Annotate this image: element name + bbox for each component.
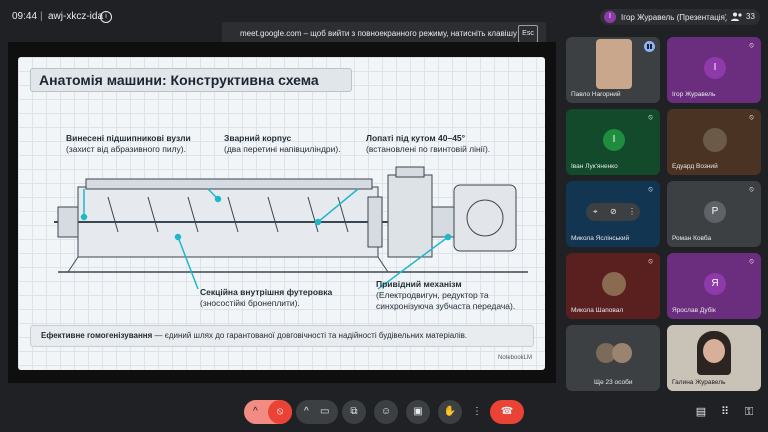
participant-tile[interactable]: ⦸ Микола Шаповал (566, 253, 660, 319)
participant-name: Роман Ковба (672, 235, 712, 242)
participant-photo (703, 128, 727, 152)
mic-off-icon: ⦸ (749, 114, 754, 121)
participant-face (703, 339, 725, 363)
presentation-area: Анатомія машини: Конструктивна схема Вин… (8, 42, 556, 383)
participant-name: Микола Яслінський (571, 235, 630, 242)
camera-icon: ▭ (320, 406, 330, 417)
separator: | (40, 11, 43, 22)
leave-call-button[interactable]: ☎ (490, 400, 524, 424)
meeting-code: awj-xkcz-ida (48, 11, 104, 22)
emoji-icon: ☺ (380, 406, 392, 417)
label-bearings-title: Винесені підшипникові вузли (66, 133, 191, 143)
participant-tile[interactable]: ⦸ ⌖ ⊘ ⋮ Микола Яслінський (566, 181, 660, 247)
present-screen-icon: ⧉ (350, 406, 358, 417)
more-participants-label: Ще 23 особи (594, 379, 633, 386)
presenter-avatar: І (604, 11, 616, 23)
participant-video (596, 39, 632, 89)
participant-name: Павло Нагорний (571, 91, 621, 98)
hand-icon: ✋ (443, 406, 457, 417)
mic-off-icon: ⦸ (648, 258, 653, 265)
participant-photo (602, 272, 626, 296)
camera-button[interactable]: ^ ▭ (296, 400, 338, 424)
people-icon (731, 12, 743, 23)
call-controls: ^ ⦸ ^ ▭ ⧉ ☺ ▣ ✋ ⋮ ☎ ▤ ⠿ ⚿ (0, 398, 768, 428)
participant-tile[interactable]: Галина Журавель (667, 325, 761, 391)
mic-off-icon: ⦸ (749, 258, 754, 265)
present-button[interactable]: ⧉ (342, 400, 366, 424)
participant-tile[interactable]: Павло Нагорний (566, 37, 660, 103)
pin-icon[interactable]: ⌖ (593, 203, 598, 221)
participant-avatar: І (704, 57, 726, 79)
mic-off-icon: ⦸ (749, 42, 754, 49)
emoji-button[interactable]: ☺ (374, 400, 398, 424)
slide: Анатомія машини: Конструктивна схема Вин… (18, 57, 545, 370)
label-blades-sub: (встановлені по гвинтовій лінії). (366, 144, 491, 154)
more-vert-icon: ⋮ (472, 406, 482, 417)
label-blades-title: Лопаті під кутом 40–45° (366, 133, 466, 143)
footer-rest: — єдиний шлях до гарантованої довговічно… (152, 331, 468, 340)
label-lining-title: Секційна внутрішня футеровка (200, 287, 333, 297)
participant-tile[interactable]: ⦸ Я Ярослав Дубік (667, 253, 761, 319)
chat-icon[interactable]: ▤ (694, 405, 708, 419)
label-bearings: Винесені підшипникові вузли (захист від … (66, 133, 191, 155)
slide-footer: Ефективне гомогенізування — єдиний шлях … (41, 331, 467, 340)
chevron-up-icon[interactable]: ^ (304, 400, 309, 424)
more-options-button[interactable]: ⋮ (470, 400, 484, 424)
label-housing-sub: (два перетині напівциліндри). (224, 144, 341, 154)
label-housing-title: Зварний корпус (224, 133, 292, 143)
info-icon[interactable]: i (100, 11, 112, 23)
label-drive-sub: (Електродвигун, редуктор та (376, 290, 489, 300)
presenter-label: Ігор Журавель (Презентація) (621, 12, 728, 22)
captions-icon: ▣ (413, 406, 423, 417)
tile-hover-controls[interactable]: ⌖ ⊘ ⋮ (586, 203, 640, 221)
host-controls-icon[interactable]: ⚿ (742, 405, 756, 419)
participant-tile[interactable]: ⦸ Едуард Возний (667, 109, 761, 175)
mic-off-icon: ⦸ (749, 186, 754, 193)
participant-tile[interactable]: ⦸ І Ігор Журавель (667, 37, 761, 103)
toast-text: meet.google.com – щоб вийти з повноекран… (240, 29, 517, 38)
participant-avatar: І (603, 129, 625, 151)
presenter-chip[interactable]: І Ігор Журавель (Презентація) (600, 9, 736, 25)
mic-off-icon[interactable]: ⦸ (268, 400, 292, 424)
mic-off-icon: ⦸ (648, 186, 653, 193)
label-bearings-sub: (захист від абразивного пилу). (66, 144, 186, 154)
label-drive-title: Привідний механізм (376, 279, 462, 289)
participants-button[interactable]: 33 (726, 9, 760, 25)
participant-photo (612, 343, 632, 363)
participant-avatar: Р (704, 201, 726, 223)
participant-tile[interactable]: ⦸ Р Роман Ковба (667, 181, 761, 247)
captions-button[interactable]: ▣ (406, 400, 430, 424)
mute-user-icon[interactable]: ⊘ (610, 203, 617, 221)
participant-tile[interactable]: ⦸ І Іван Лук'яненко (566, 109, 660, 175)
chevron-up-icon[interactable]: ^ (253, 400, 258, 424)
hang-up-icon: ☎ (500, 406, 514, 417)
participants-count: 33 (746, 12, 755, 21)
more-participants-tile[interactable]: Ще 23 особи (566, 325, 660, 391)
mic-button[interactable]: ^ ⦸ (244, 400, 292, 424)
participant-avatar: Я (704, 273, 726, 295)
clock: 09:44 (12, 11, 38, 22)
participant-name: Ігор Журавель (672, 91, 716, 98)
esc-key: Esc (518, 25, 538, 43)
more-options-icon[interactable]: ⋮ (628, 203, 636, 221)
notebooklm-watermark: NotebookLM (498, 355, 533, 361)
label-lining: Секційна внутрішня футеровка (зносостійк… (200, 287, 332, 309)
label-lining-sub: (зносостійкі бронеплити). (200, 298, 300, 308)
mic-off-icon: ⦸ (648, 114, 653, 121)
participant-name: Ярослав Дубік (672, 307, 716, 314)
footer-bold: Ефективне гомогенізування (41, 331, 153, 340)
label-blades: Лопаті під кутом 40–45° (встановлені по … (366, 133, 490, 155)
raise-hand-button[interactable]: ✋ (438, 400, 462, 424)
speaking-indicator-icon (644, 41, 655, 52)
participant-name: Іван Лук'яненко (571, 163, 618, 170)
label-drive-sub2: синхронізуюча зубчаста передача). (376, 301, 516, 311)
machine-diagram (54, 166, 528, 290)
participant-name: Галина Журавель (672, 379, 726, 386)
slide-footer-box: Ефективне гомогенізування — єдиний шлях … (30, 325, 534, 347)
participant-name: Микола Шаповал (571, 307, 624, 314)
activities-icon[interactable]: ⠿ (718, 405, 732, 419)
label-housing: Зварний корпус (два перетині напівцилінд… (224, 133, 341, 155)
participant-name: Едуард Возний (672, 163, 718, 170)
label-drive: Привідний механізм (Електродвигун, редук… (376, 279, 515, 312)
